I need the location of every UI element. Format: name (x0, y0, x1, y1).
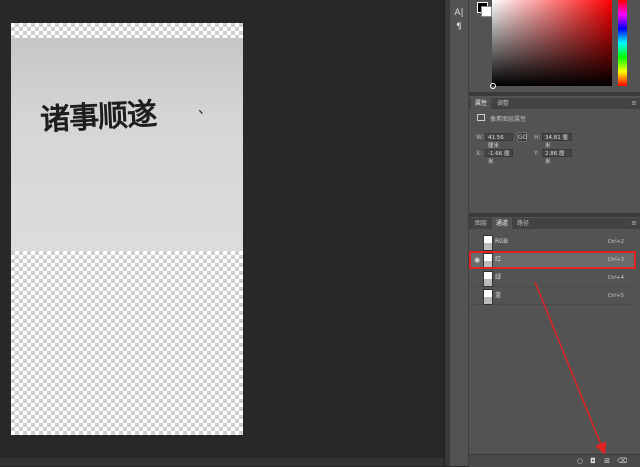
calligraphy-text: 诸事顺遂 (39, 96, 158, 139)
channel-name: 蓝 (495, 292, 502, 299)
channels-bottom-bar: ○ ◘ ⊞ ⌫ (469, 454, 640, 467)
channel-name: 绿 (495, 274, 502, 281)
h-label: H: (534, 134, 541, 141)
hue-slider[interactable] (618, 0, 627, 86)
color-field[interactable] (492, 0, 612, 86)
y-field[interactable]: 2.86 厘米 (542, 149, 572, 165)
channel-row-blue[interactable]: 蓝 Ctrl+5 (469, 287, 634, 305)
x-label: X: (476, 150, 483, 157)
paragraph-panel-icon[interactable]: ¶ (454, 22, 464, 32)
channel-thumbnail (483, 235, 493, 251)
channel-name: RGB (495, 238, 508, 245)
link-icon[interactable]: GO (517, 132, 527, 142)
canvas-scrollbar[interactable] (0, 458, 444, 466)
channel-row-rgb[interactable]: RGB Ctrl+2 (469, 233, 634, 251)
channel-shortcut: Ctrl+2 (607, 239, 624, 245)
tab-layers[interactable]: 图层 (471, 218, 491, 229)
panel-tool-strip: A| ¶ (450, 0, 469, 466)
background-color-swatch[interactable] (481, 6, 492, 17)
section-title: 像素图层属性 (490, 116, 527, 123)
channel-shortcut: Ctrl+5 (607, 293, 624, 299)
height-field[interactable]: 34.81 厘米 (542, 133, 572, 149)
panel-menu-icon[interactable]: ≡ (628, 218, 640, 229)
calligraphy-photo-layer (11, 38, 243, 251)
panel-divider (469, 92, 640, 96)
load-selection-icon[interactable]: ○ (576, 457, 584, 465)
channel-thumbnail (483, 271, 493, 287)
save-selection-icon[interactable]: ◘ (589, 457, 597, 465)
channel-shortcut: Ctrl+4 (607, 275, 624, 281)
properties-tabbar: 属性 调整 ≡ (469, 98, 640, 109)
character-panel-icon[interactable]: A| (454, 8, 464, 18)
pixel-layer-icon (477, 114, 485, 121)
calligraphy-mark: 、 (198, 101, 212, 117)
tab-paths[interactable]: 路径 (513, 218, 533, 229)
channels-tabbar: 图层 通道 路径 ≡ (469, 218, 640, 229)
tab-channels[interactable]: 通道 (492, 218, 513, 229)
panel-divider (469, 213, 640, 217)
channel-row-green[interactable]: 绿 Ctrl+4 (469, 269, 634, 287)
trash-icon[interactable]: ⌫ (617, 457, 627, 465)
x-field[interactable]: -1.66 厘米 (485, 149, 513, 165)
panel-menu-icon[interactable]: ≡ (628, 98, 640, 109)
w-label: W: (476, 134, 484, 141)
selection-highlight (469, 251, 636, 269)
new-channel-icon[interactable]: ⊞ (603, 457, 611, 465)
tab-properties[interactable]: 属性 (471, 98, 492, 109)
tab-adjustments[interactable]: 调整 (493, 98, 513, 109)
width-field[interactable]: 41.56 厘米 (485, 133, 513, 149)
color-cursor[interactable] (490, 83, 496, 89)
y-label: Y: (534, 150, 539, 157)
channel-thumbnail (483, 289, 493, 305)
